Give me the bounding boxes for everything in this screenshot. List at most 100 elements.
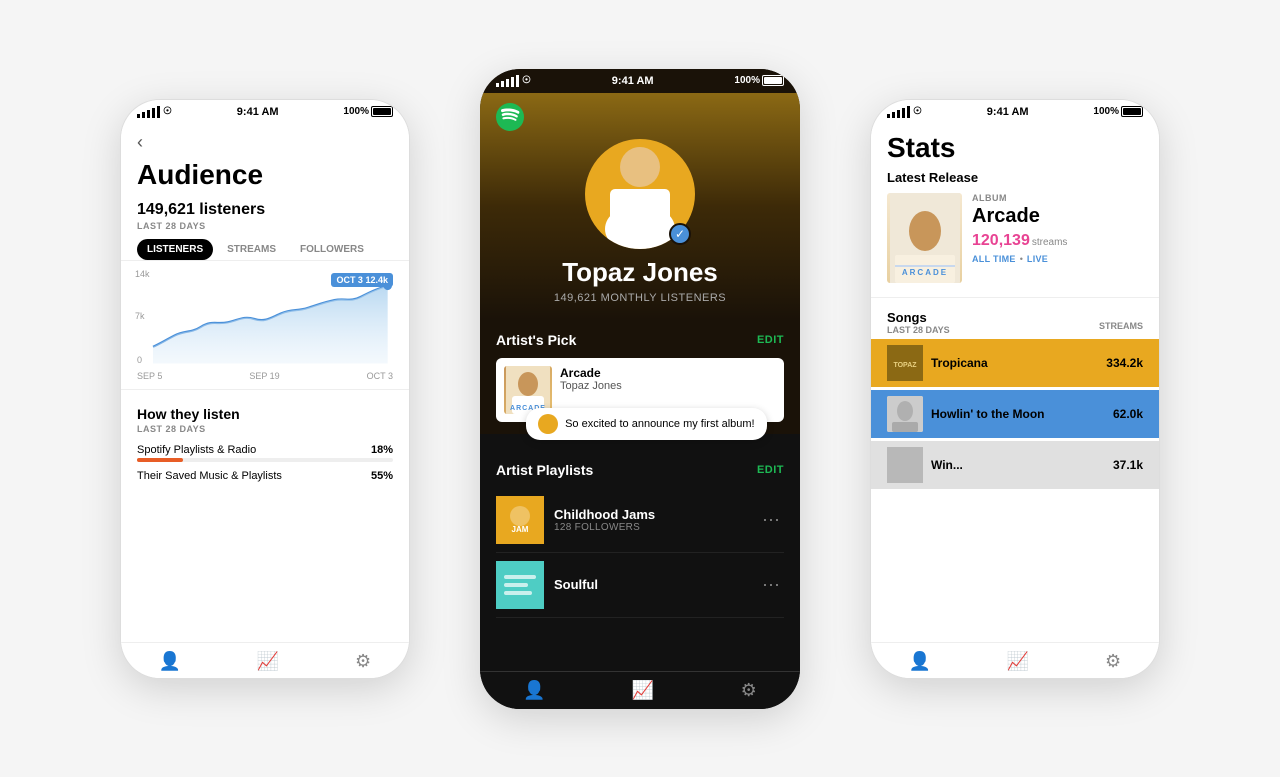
tab-followers[interactable]: FOLLOWERS [290, 239, 374, 260]
latest-release-card: ARCADE ALBUM Arcade 120,139 streams ALL … [887, 193, 1143, 283]
song-streams-tropicana: 334.2k [1106, 356, 1143, 370]
svg-text:TOPAZ: TOPAZ [893, 362, 917, 369]
center-nav-person-icon[interactable]: 👤 [523, 680, 545, 701]
artist-name: Topaz Jones [562, 257, 718, 288]
right-bottom-nav: 👤 📈 ⚙ [871, 642, 1159, 678]
listen-bar-1 [137, 458, 393, 462]
artist-monthly-listeners: 149,621 MONTHLY LISTENERS [554, 292, 726, 304]
bubble-avatar-icon [538, 414, 558, 434]
audience-title: Audience [121, 157, 409, 197]
wifi-icon: ☉ [163, 106, 172, 117]
lr-album-name: Arcade [972, 205, 1143, 228]
howlin-art-icon [887, 396, 923, 432]
battery-pct: 100% [343, 106, 369, 117]
right-battery-icon [1121, 106, 1143, 117]
right-nav-person-icon[interactable]: 👤 [909, 651, 931, 672]
verified-badge-icon: ✓ [669, 223, 691, 245]
listen-pct-2: 55% [371, 470, 393, 482]
artist-hero: ✓ Topaz Jones 149,621 MONTHLY LISTENERS [480, 93, 800, 320]
chart-y-7: 7k [135, 311, 145, 321]
right-time: 9:41 AM [987, 106, 1029, 118]
playlist-name-2: Soulful [554, 577, 758, 592]
playlists-edit[interactable]: EDIT [757, 464, 784, 476]
listeners-chart: 14k 7k 0 OCT 3 12.4k [137, 269, 393, 369]
playlist-item-childhood[interactable]: JAM Childhood Jams 128 FOLLOWERS ··· [496, 488, 784, 553]
song-streams-howlin: 62.0k [1113, 407, 1143, 421]
right-nav-gear-icon[interactable]: ⚙ [1105, 651, 1121, 672]
pick-info: Arcade Topaz Jones [552, 366, 622, 392]
playlist-info-childhood: Childhood Jams 128 FOLLOWERS [544, 507, 758, 533]
right-battery-pct: 100% [1093, 106, 1119, 117]
tab-listeners[interactable]: LISTENERS [137, 239, 213, 260]
center-wifi-icon: ☉ [522, 75, 531, 86]
playlists-section: Artist Playlists EDIT JAM Childhood Jams… [480, 434, 800, 671]
back-button[interactable]: ‹ [121, 124, 409, 157]
nav-gear-icon[interactable]: ⚙ [355, 651, 371, 672]
lr-streams-suffix: streams [1032, 237, 1068, 248]
nav-chart-icon[interactable]: 📈 [257, 651, 279, 672]
listen-pct-1: 18% [371, 444, 393, 456]
playlist-more-icon-1[interactable]: ··· [758, 509, 784, 530]
song-row-howlin[interactable]: Howlin' to the Moon 62.0k [871, 390, 1159, 438]
song-title-tropicana: Tropicana [923, 356, 1106, 370]
lr-time-tag: ALL TIME [972, 254, 1016, 264]
left-status-bar: ☉ 9:41 AM 100% [121, 100, 409, 124]
left-phone: ☉ 9:41 AM 100% ‹ Audience 149,621 listen… [120, 99, 410, 679]
artists-pick-edit[interactable]: EDIT [757, 334, 784, 346]
center-nav-gear-icon[interactable]: ⚙ [741, 680, 757, 701]
speech-bubble-text: So excited to announce my first album! [565, 417, 755, 429]
spotify-logo-icon [496, 103, 524, 131]
pick-album-artist: Topaz Jones [560, 380, 622, 392]
pick-album-title: Arcade [560, 366, 622, 380]
lr-info: ALBUM Arcade 120,139 streams ALL TIME • … [972, 193, 1143, 264]
artist-avatar: ✓ [585, 139, 695, 249]
center-nav-chart-icon[interactable]: 📈 [632, 680, 654, 701]
listen-item-saved: Their Saved Music & Playlists 55% [121, 466, 409, 488]
listeners-period: LAST 28 DAYS [121, 219, 409, 239]
song-title-howlin: Howlin' to the Moon [923, 407, 1113, 421]
stats-title: Stats [871, 124, 1159, 170]
lr-album-art-icon: ARCADE [887, 193, 962, 283]
playlist-item-soulful[interactable]: Soulful ··· [496, 553, 784, 618]
song-row-tropicana[interactable]: TOPAZ Tropicana 334.2k [871, 339, 1159, 387]
song-streams-win: 37.1k [1113, 458, 1143, 472]
chart-x-oct3: OCT 3 [367, 371, 393, 381]
listen-label-1: Spotify Playlists & Radio [137, 444, 256, 456]
tab-streams[interactable]: STREAMS [217, 239, 286, 260]
playlist-art-childhood: JAM [496, 496, 544, 544]
nav-person-icon[interactable]: 👤 [159, 651, 181, 672]
lr-live-tag: LIVE [1027, 254, 1048, 264]
song-row-win[interactable]: Win... 37.1k [871, 441, 1159, 489]
center-signal-icon [496, 75, 519, 87]
artists-pick-heading: Artist's Pick [496, 332, 576, 348]
signal-icon [137, 106, 160, 118]
songs-section: Songs LAST 28 DAYS STREAMS TOPAZ Tropica… [871, 304, 1159, 489]
chart-tooltip: OCT 3 12.4k [331, 273, 393, 287]
chart-y-0: 0 [137, 355, 142, 365]
listen-item-playlists: Spotify Playlists & Radio 18% [121, 440, 409, 466]
playlists-heading: Artist Playlists [496, 462, 593, 478]
pick-album-art-icon: ARCADE [504, 366, 552, 414]
right-nav-chart-icon[interactable]: 📈 [1007, 651, 1029, 672]
listen-label-2: Their Saved Music & Playlists [137, 470, 282, 482]
songs-period: LAST 28 DAYS [887, 325, 950, 335]
speech-bubble: So excited to announce my first album! [526, 408, 767, 440]
chart-x-sep19: SEP 19 [249, 371, 279, 381]
lr-type-label: ALBUM [972, 193, 1143, 203]
listeners-count: 149,621 listeners [121, 197, 409, 219]
center-battery-icon [762, 75, 784, 86]
center-time: 9:41 AM [612, 75, 654, 87]
tabs-row: LISTENERS STREAMS FOLLOWERS [121, 239, 409, 261]
battery-icon [371, 106, 393, 117]
chart-x-labels: SEP 5 SEP 19 OCT 3 [121, 369, 409, 383]
playlist-followers-1: 128 FOLLOWERS [554, 522, 758, 533]
lr-streams-num: 120,139 [972, 232, 1030, 250]
latest-release-heading: Latest Release [887, 170, 1143, 185]
left-screen: ‹ Audience 149,621 listeners LAST 28 DAY… [121, 124, 409, 642]
streams-col-label: STREAMS [1099, 321, 1143, 335]
song-title-win: Win... [923, 458, 1113, 472]
tropicana-art-icon: TOPAZ [887, 345, 923, 381]
playlist-more-icon-2[interactable]: ··· [758, 574, 784, 595]
right-status-bar: ☉ 9:41 AM 100% [871, 100, 1159, 124]
left-time: 9:41 AM [237, 106, 279, 118]
